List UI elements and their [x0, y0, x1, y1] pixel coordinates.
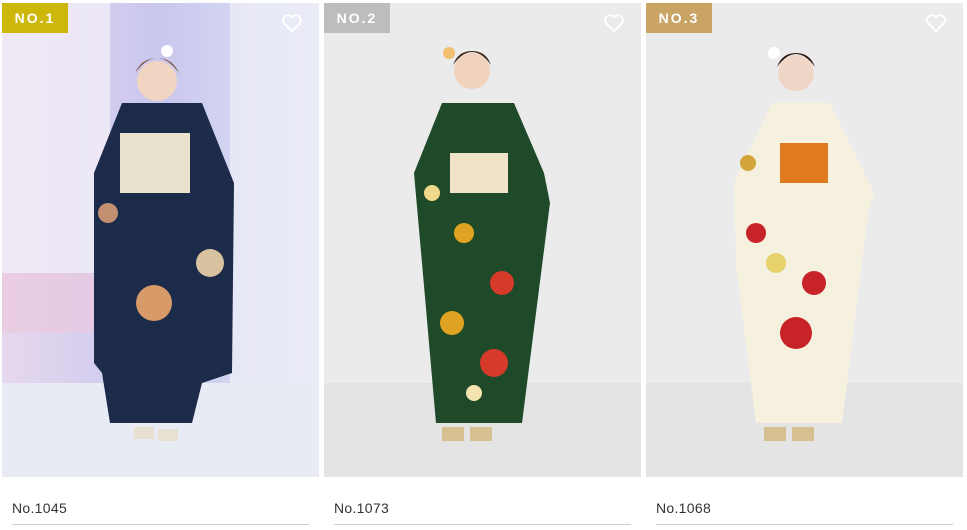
- heart-outline-icon[interactable]: [925, 13, 947, 33]
- heart-outline-icon[interactable]: [281, 13, 303, 33]
- divider: [12, 524, 309, 525]
- rank-badge: NO.1: [2, 3, 68, 33]
- product-number[interactable]: No.1045: [12, 500, 67, 516]
- heart-outline-icon[interactable]: [603, 13, 625, 33]
- divider: [656, 524, 953, 525]
- product-card-1[interactable]: NO.1 No.1045: [2, 0, 319, 530]
- rank-badge: NO.2: [324, 3, 390, 33]
- product-card-3[interactable]: NO.3 No.1068: [646, 0, 963, 530]
- product-image-2[interactable]: [324, 3, 641, 477]
- product-image-1[interactable]: [2, 3, 319, 477]
- divider: [334, 524, 631, 525]
- product-image-3[interactable]: [646, 3, 963, 477]
- product-number[interactable]: No.1068: [656, 500, 711, 516]
- product-card-2[interactable]: NO.2 No.1073: [324, 0, 641, 530]
- product-number[interactable]: No.1073: [334, 500, 389, 516]
- rank-badge: NO.3: [646, 3, 712, 33]
- ranking-grid: NO.1 No.1045 NO.2 No.1073 NO.3 No.1068: [0, 0, 967, 530]
